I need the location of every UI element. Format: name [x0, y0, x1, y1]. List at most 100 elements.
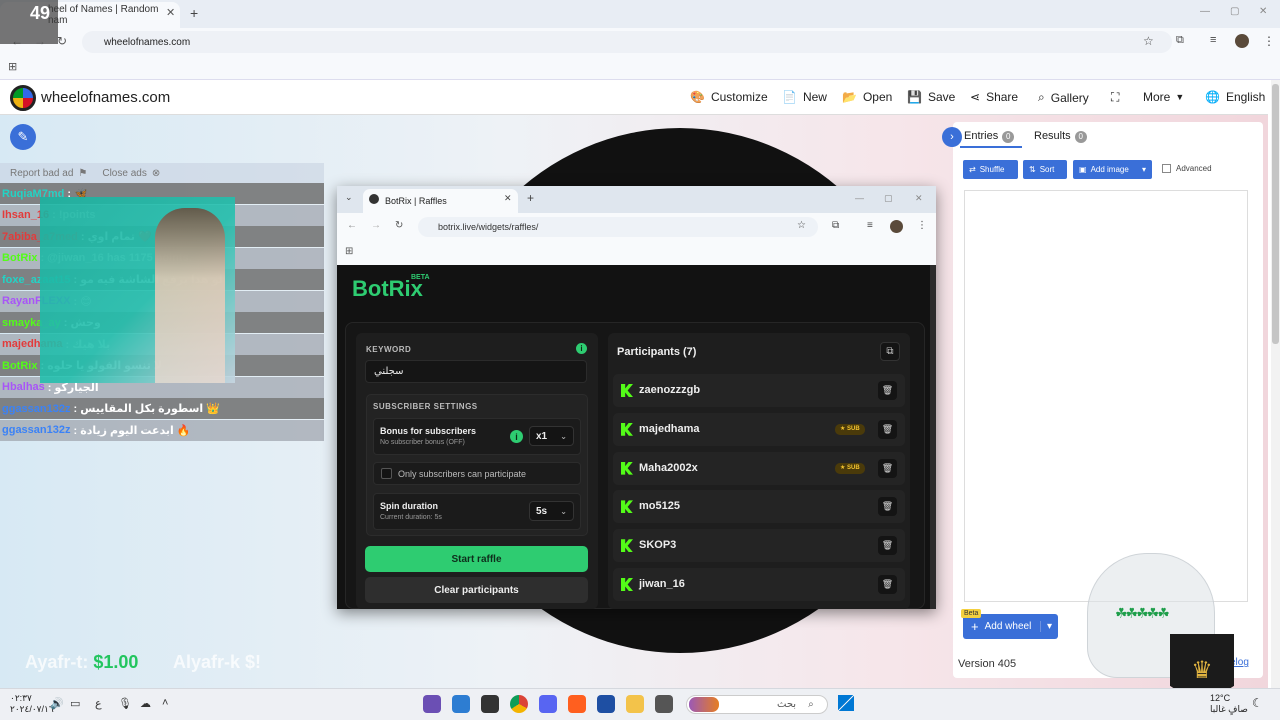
trash-icon[interactable]: 🗑	[878, 381, 897, 400]
apps-grid-icon[interactable]: ⊞	[8, 60, 17, 73]
store-icon[interactable]	[597, 695, 615, 713]
tab-list-chevron-icon[interactable]: ⌄	[345, 192, 353, 203]
chat-username[interactable]: BotRix	[2, 252, 37, 264]
taskbar-app-icon[interactable]	[452, 695, 470, 713]
advanced-checkbox[interactable]: Advanced	[1162, 164, 1212, 173]
chat-username[interactable]: Hbalhas	[2, 381, 45, 393]
chat-username[interactable]: ggassan132z	[2, 424, 70, 436]
taskbar-search-placeholder: بحث	[777, 699, 797, 710]
profile-avatar[interactable]	[1235, 34, 1249, 48]
bonus-info-icon[interactable]: i	[510, 430, 523, 443]
botrix-tab[interactable]: BotRix | Raffles	[363, 189, 518, 213]
botrix-maximize-icon[interactable]: ▢	[884, 193, 893, 204]
clear-participants-button[interactable]: Clear participants	[365, 577, 588, 603]
mic-icon[interactable]: 🎙	[118, 697, 132, 710]
extensions-icon[interactable]: ⧉	[1176, 34, 1184, 47]
trash-icon[interactable]: 🗑	[878, 575, 897, 594]
page-scrollbar-thumb[interactable]	[1272, 84, 1279, 344]
botrix-back-icon[interactable]: ←	[347, 220, 357, 231]
shuffle-icon: ⇄	[969, 165, 976, 174]
tab-entries[interactable]: Entries 0	[964, 130, 1015, 143]
nav-more[interactable]: More ▼	[1143, 90, 1184, 104]
taskbar-app-icon[interactable]	[568, 695, 586, 713]
close-ads-link[interactable]: Close ads	[102, 168, 146, 179]
taskbar-app-icon[interactable]	[423, 695, 441, 713]
botrix-new-tab-icon[interactable]: +	[527, 191, 534, 205]
file-explorer-icon[interactable]	[626, 695, 644, 713]
only-subs-checkbox[interactable]	[381, 468, 392, 479]
outer-url-field[interactable]: wheelofnames.com	[82, 31, 1172, 53]
botrix-extensions-icon[interactable]: ⧉	[832, 220, 839, 231]
nav-language[interactable]: 🌐 English	[1205, 90, 1265, 104]
shuffle-button[interactable]: ⇄ Shuffle	[963, 160, 1018, 179]
trash-icon[interactable]: 🗑	[878, 419, 897, 439]
sort-button[interactable]: ⇅ Sort	[1023, 160, 1067, 179]
copy-icon[interactable]: ⧉	[880, 342, 900, 361]
keyword-info-icon[interactable]: i	[576, 343, 587, 354]
entries-textarea[interactable]	[964, 190, 1248, 602]
bookmark-star-icon[interactable]: ☆	[1143, 34, 1154, 48]
cloud-icon[interactable]: ☁	[140, 697, 151, 710]
botrix-menu-icon[interactable]: ⋮	[917, 220, 927, 231]
browser-menu-icon[interactable]: ⋮	[1263, 34, 1275, 48]
media-icon[interactable]: ≡	[1210, 34, 1216, 46]
close-ads-icon[interactable]: ⊗	[152, 168, 160, 179]
network-icon[interactable]: ▭	[70, 697, 80, 710]
botrix-bookmark-star-icon[interactable]: ☆	[797, 220, 806, 231]
outer-tab-close-icon[interactable]: ✕	[166, 6, 175, 19]
speaker-icon[interactable]: 🔊	[50, 697, 64, 710]
botrix-media-icon[interactable]: ≡	[867, 220, 873, 231]
chevron-down-icon[interactable]: ▾	[1039, 621, 1052, 632]
chat-username[interactable]: BotRix	[2, 360, 37, 372]
botrix-scrollbar[interactable]	[930, 265, 936, 609]
trash-icon[interactable]: 🗑	[878, 497, 897, 517]
site-name[interactable]: wheelofnames.com	[41, 89, 170, 106]
nav-open[interactable]: 📂 Open	[842, 90, 892, 104]
windows-start-icon[interactable]	[838, 695, 854, 711]
chat-username[interactable]: ggassan132z	[2, 403, 70, 415]
reload-icon[interactable]: ↻	[57, 34, 67, 48]
site-logo-icon[interactable]	[10, 85, 36, 111]
chrome-icon[interactable]	[510, 695, 528, 713]
start-raffle-button[interactable]: Start raffle	[365, 546, 588, 572]
botrix-minimize-icon[interactable]: —	[855, 193, 864, 203]
botrix-beta-badge: BETA	[411, 274, 430, 281]
report-bad-ad-link[interactable]: Report bad ad	[10, 168, 73, 179]
keyword-input[interactable]: سجلني	[365, 360, 587, 383]
flag-icon[interactable]: ⚑	[78, 168, 87, 179]
spin-duration-select[interactable]: 5s ⌄	[529, 501, 574, 521]
maximize-icon[interactable]: ▢	[1230, 6, 1239, 17]
taskbar-app-icon[interactable]	[655, 695, 673, 713]
trash-icon[interactable]: 🗑	[878, 458, 897, 478]
minimize-icon[interactable]: —	[1200, 6, 1210, 17]
nav-save[interactable]: 💾 Save	[907, 90, 955, 104]
botrix-forward-icon[interactable]: →	[371, 220, 381, 231]
language-indicator[interactable]: ع	[95, 697, 102, 710]
taskbar-clock[interactable]: ٠٢:٣٧ ٢٠٢٤/٠٧/١٦	[10, 693, 54, 715]
edit-pencil-icon[interactable]: ✎	[10, 124, 36, 150]
nav-new[interactable]: 📄 New	[782, 90, 827, 104]
add-image-button[interactable]: ▣ Add image ▾	[1073, 160, 1152, 179]
fullscreen-icon[interactable]: ⛶	[1111, 90, 1119, 105]
nav-customize[interactable]: 🎨 Customize	[690, 90, 768, 104]
botrix-url-field[interactable]: botrix.live/widgets/raffles/	[418, 217, 818, 237]
botrix-reload-icon[interactable]: ↻	[395, 220, 403, 231]
folder-icon: 📂	[842, 90, 857, 104]
botrix-apps-grid-icon[interactable]: ⊞	[345, 246, 353, 257]
bonus-multiplier-select[interactable]: x1 ⌄	[529, 426, 574, 446]
botrix-close-window-icon[interactable]: ✕	[915, 193, 923, 204]
taskbar-app-icon[interactable]	[481, 695, 499, 713]
nav-share[interactable]: ⋖ Share	[970, 90, 1018, 104]
botrix-profile-avatar[interactable]	[890, 220, 903, 233]
discord-icon[interactable]	[539, 695, 557, 713]
tab-results[interactable]: Results 0	[1034, 130, 1087, 143]
close-window-icon[interactable]: ✕	[1259, 6, 1267, 17]
panel-toggle-chevron-icon[interactable]: ›	[942, 127, 962, 147]
plus-icon: +	[971, 619, 979, 634]
nav-gallery[interactable]: ⌕ Gallery	[1038, 90, 1089, 105]
botrix-tab-close-icon[interactable]: ✕	[504, 193, 512, 204]
taskbar-weather[interactable]: 12°C صافٍ غالبا	[1210, 693, 1248, 715]
new-tab-icon[interactable]: +	[190, 5, 198, 21]
tray-chevron-icon[interactable]: ˄	[162, 697, 168, 709]
trash-icon[interactable]: 🗑	[878, 536, 897, 556]
